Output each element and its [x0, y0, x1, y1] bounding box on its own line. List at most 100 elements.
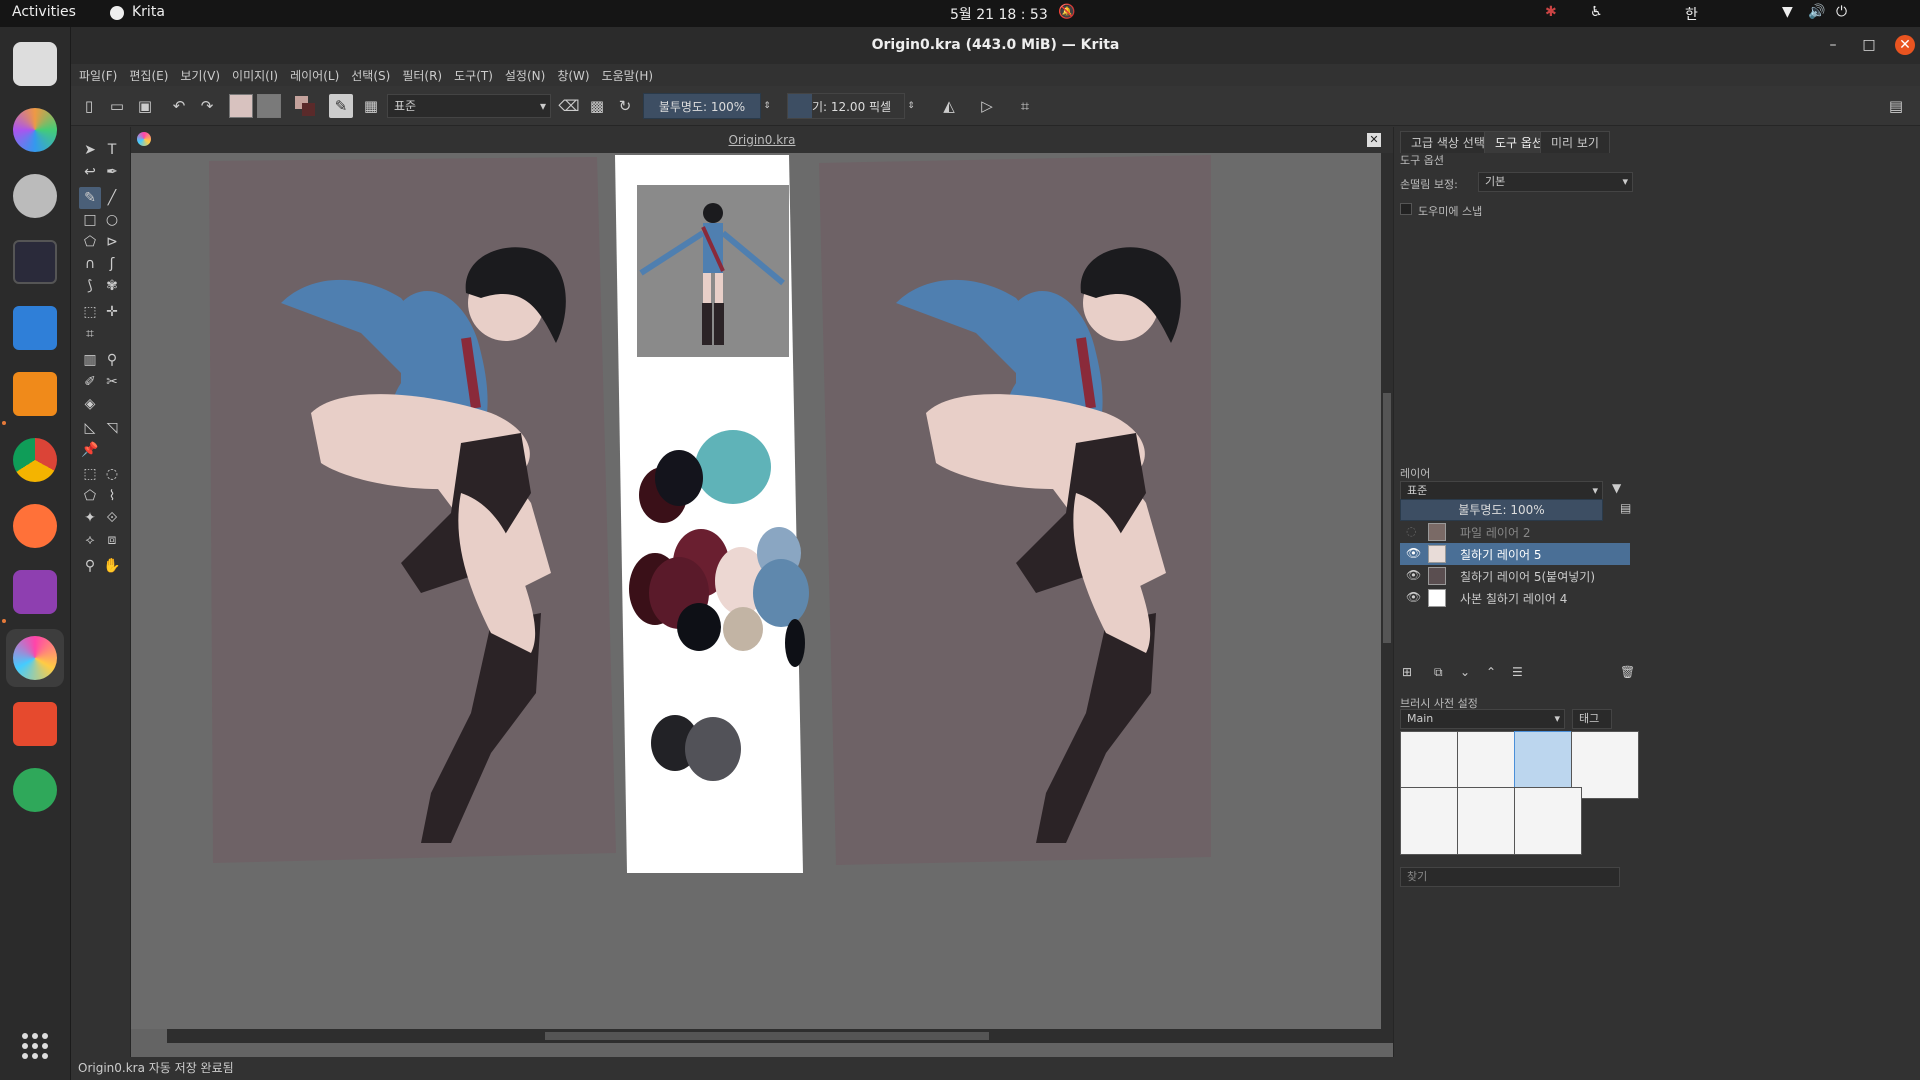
layer-row[interactable]: 👁 칠하기 레이어 5(붙여넣기) [1400, 565, 1630, 587]
magnetic-select-icon[interactable]: ⧈ [101, 529, 123, 551]
brush-tag-select[interactable]: Main ▾ [1400, 709, 1565, 729]
menu-layer[interactable]: 레이어(L) [284, 64, 345, 87]
menu-help[interactable]: 도움말(H) [596, 64, 660, 87]
visibility-off-icon[interactable]: ◌ [1406, 524, 1420, 538]
wifi-icon[interactable]: ▼ [1782, 4, 1793, 20]
firefox-icon[interactable] [6, 497, 64, 555]
color-picker-icon[interactable] [6, 101, 64, 159]
mirror-horizontal-icon[interactable]: ◭ [937, 94, 961, 118]
undo-icon[interactable]: ↶ [167, 94, 191, 118]
notification-off-icon[interactable]: 🔕 [1058, 4, 1075, 20]
tag-button[interactable]: 태그 [1572, 709, 1612, 729]
polygon-tool-icon[interactable]: ⬠ [79, 231, 101, 253]
canvas-tab-title[interactable]: Origin0.kra [131, 127, 1393, 153]
layer-row[interactable]: ◌ 파일 레이어 2 [1400, 521, 1630, 543]
snap-checkbox[interactable] [1400, 203, 1412, 215]
freehand-brush-icon[interactable]: ✎ [79, 187, 101, 209]
fill-tool-icon[interactable]: ◈ [79, 393, 101, 415]
terminal-icon[interactable] [6, 233, 64, 291]
gradient-tool-icon[interactable]: ▥ [79, 349, 101, 371]
updater-icon[interactable] [6, 761, 64, 819]
clock[interactable]: 5월 21 18 : 53 [950, 4, 1048, 24]
colorize-mask-icon[interactable]: ✐ [79, 371, 101, 393]
open-document-icon[interactable]: ▭ [105, 94, 129, 118]
polygon-select-icon[interactable]: ⬠ [79, 485, 101, 507]
smoothing-select[interactable]: 기본 ▾ [1478, 172, 1633, 192]
brush-preset-icon[interactable]: ✎ [329, 94, 353, 118]
app-menu[interactable]: Krita [132, 4, 165, 20]
canvas-view[interactable] [131, 153, 1393, 1029]
layer-row-selected[interactable]: 👁 칠하기 레이어 5 [1400, 543, 1630, 565]
menu-window[interactable]: 창(W) [551, 64, 595, 87]
eraser-mode-icon[interactable]: ⌫ [557, 94, 581, 118]
tab-overview[interactable]: 미리 보기 [1540, 131, 1610, 153]
text-tool-icon[interactable]: T [101, 139, 123, 161]
close-button[interactable]: ✕ [1895, 35, 1915, 55]
workspace-icon[interactable]: ▤ [1884, 94, 1908, 118]
downloader-icon[interactable] [6, 695, 64, 753]
color-sampler-icon[interactable]: ⚲ [101, 349, 123, 371]
dynamic-brush-icon[interactable]: ⟆ [79, 275, 101, 297]
menu-file[interactable]: 파일(F) [73, 64, 123, 87]
activities-button[interactable]: Activities [12, 4, 76, 20]
move-tool-icon[interactable]: ✛ [101, 301, 123, 323]
layer-settings-icon[interactable]: ☰ [1512, 665, 1523, 679]
line-tool-icon[interactable]: ╱ [101, 187, 123, 209]
chrome-icon[interactable] [6, 431, 64, 489]
similar-select-icon[interactable]: ⟐ [101, 507, 123, 529]
layer-filter-icon[interactable]: ▼ [1612, 481, 1621, 495]
brush-editor-icon[interactable]: ▦ [359, 94, 383, 118]
show-apps-icon[interactable] [6, 1017, 64, 1075]
reference-images-icon[interactable]: 📌 [79, 439, 101, 461]
vertical-scrollbar[interactable] [1381, 153, 1393, 1029]
close-document-icon[interactable]: ✕ [1367, 133, 1381, 147]
volume-icon[interactable]: 🔊 [1808, 4, 1825, 20]
settings-icon[interactable] [6, 167, 64, 225]
wrap-around-icon[interactable]: ⌗ [1013, 94, 1037, 118]
horizontal-scrollbar[interactable] [167, 1029, 1393, 1043]
brush-search-input[interactable]: 찾기 [1400, 867, 1620, 887]
layer-blend-select[interactable]: 표준 ▾ [1400, 481, 1603, 501]
bezier-select-icon[interactable]: ⟡ [79, 529, 101, 551]
gradient-swatch[interactable] [229, 94, 253, 118]
preserve-alpha-icon[interactable]: ▩ [585, 94, 609, 118]
ellipse-select-icon[interactable]: ◌ [101, 463, 123, 485]
visibility-icon[interactable]: 👁 [1406, 590, 1421, 604]
video-player-icon[interactable] [6, 365, 64, 423]
size-spin-icon[interactable]: ⇕ [905, 94, 917, 118]
watercolor-blue-preset[interactable] [1514, 787, 1582, 855]
new-document-icon[interactable]: ▯ [77, 94, 101, 118]
visibility-icon[interactable]: 👁 [1406, 546, 1421, 560]
smart-patch-icon[interactable]: ✂ [101, 371, 123, 393]
krita-screenshot-icon[interactable] [6, 35, 64, 93]
power-icon[interactable]: ⏻ [1836, 4, 1847, 20]
crop-tool-icon[interactable]: ⌗ [79, 323, 101, 345]
add-layer-icon[interactable]: ⊞ [1402, 665, 1412, 679]
menu-edit[interactable]: 편집(E) [123, 64, 174, 87]
delete-layer-icon[interactable]: 🗑 [1620, 665, 1635, 679]
fg-bg-color-icon[interactable] [293, 94, 317, 118]
ellipse-tool-icon[interactable]: ○ [101, 209, 123, 231]
size-slider[interactable]: 크기: 12.00 픽셀 [787, 93, 905, 119]
redo-icon[interactable]: ↷ [195, 94, 219, 118]
visibility-icon[interactable]: 👁 [1406, 568, 1421, 582]
move-layer-up-icon[interactable]: ⌃ [1486, 665, 1496, 679]
rect-select-icon[interactable]: ⬚ [79, 463, 101, 485]
pattern-swatch[interactable] [257, 94, 281, 118]
contiguous-select-icon[interactable]: ✦ [79, 507, 101, 529]
unity-icon[interactable] [6, 563, 64, 621]
bezier-tool-icon[interactable]: ∩ [79, 253, 101, 275]
select-shapes-icon[interactable]: ➤ [79, 139, 101, 161]
freehand-select-icon[interactable]: ⌇ [101, 485, 123, 507]
input-method-indicator[interactable]: 한 [1685, 4, 1698, 24]
move-layer-down-icon[interactable]: ⌄ [1460, 665, 1470, 679]
files-icon[interactable] [6, 299, 64, 357]
edit-shapes-icon[interactable]: ↩ [79, 161, 101, 183]
mirror-vertical-icon[interactable]: ▷ [975, 94, 999, 118]
maximize-button[interactable]: □ [1859, 35, 1879, 55]
minimize-button[interactable]: – [1823, 35, 1843, 55]
menu-tools[interactable]: 도구(T) [448, 64, 499, 87]
duplicate-layer-icon[interactable]: ⧉ [1434, 665, 1443, 680]
menu-view[interactable]: 보기(V) [174, 64, 226, 87]
rectangle-tool-icon[interactable]: □ [79, 209, 101, 231]
